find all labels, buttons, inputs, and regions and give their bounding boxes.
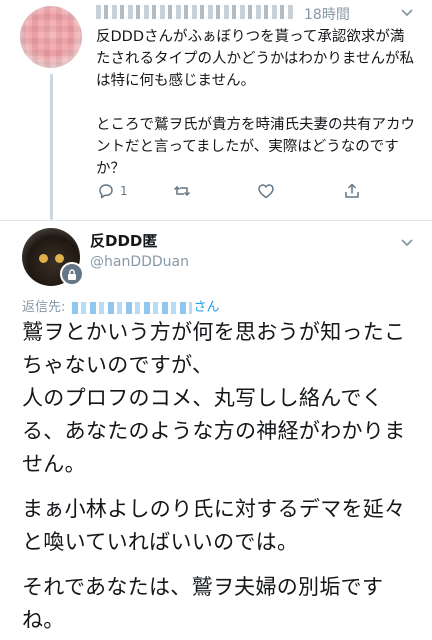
parent-tweet[interactable]: 18時間 反DDDさんがふぁぼりつを貰って承認欲求が満たされるタイプの人かどうか… [0, 0, 432, 225]
like-button[interactable] [256, 180, 280, 202]
parent-timestamp[interactable]: 18時間 [304, 4, 350, 24]
main-chevron-down-icon[interactable] [400, 238, 414, 248]
reply-count: 1 [120, 184, 128, 198]
timeline: 18時間 反DDDさんがふぁぼりつを貰って承認欲求が満たされるタイプの人かどうか… [0, 0, 432, 640]
lock-icon [60, 262, 84, 286]
replying-to-suffix[interactable]: さん [194, 300, 220, 315]
retweet-icon [173, 185, 191, 197]
avatar-eye-left [39, 254, 48, 263]
avatar-eye-right [55, 254, 64, 263]
replying-to-user-blurred[interactable] [71, 301, 192, 314]
author-display-name[interactable]: 反DDD匿 [90, 230, 157, 251]
reply-button[interactable]: 1 [96, 180, 128, 202]
thread-line [50, 74, 53, 220]
tweet-paragraph: それであなたは、鷲ヲ夫婦の別垢ですね。 [22, 575, 384, 632]
parent-tweet-header: 18時間 [96, 4, 396, 24]
parent-avatar[interactable] [20, 6, 82, 68]
like-icon [258, 184, 274, 199]
main-tweet-text: 鷲ヲとかいう方が何を思おうが知ったこちゃないのですが、 人のプロフのコメ、丸写し… [22, 316, 422, 640]
parent-display-name-blurred[interactable] [96, 5, 296, 19]
tweet-paragraph: まぁ小林よしのり氏に対するデマを延々と喚いていればいいのでは。 [22, 497, 406, 554]
retweet-button[interactable] [172, 180, 196, 202]
parent-tweet-actions: 1 [96, 180, 416, 204]
tweet-divider [0, 220, 432, 221]
chevron-down-icon[interactable] [400, 8, 414, 18]
author-handle[interactable]: @hanDDDuan [90, 254, 189, 270]
parent-tweet-text: 反DDDさんがふぁぼりつを貰って承認欲求が満たされるタイプの人かどうかはわかりま… [96, 29, 415, 177]
share-icon [345, 183, 359, 198]
share-button[interactable] [342, 180, 362, 202]
reply-icon [99, 184, 113, 199]
replying-to: 返信先: さん [22, 296, 220, 315]
tweet-paragraph: 鷲ヲとかいう方が何を思おうが知ったこちゃないのですが、 人のプロフのコメ、丸写し… [22, 320, 406, 476]
replying-to-label: 返信先: [22, 300, 66, 315]
